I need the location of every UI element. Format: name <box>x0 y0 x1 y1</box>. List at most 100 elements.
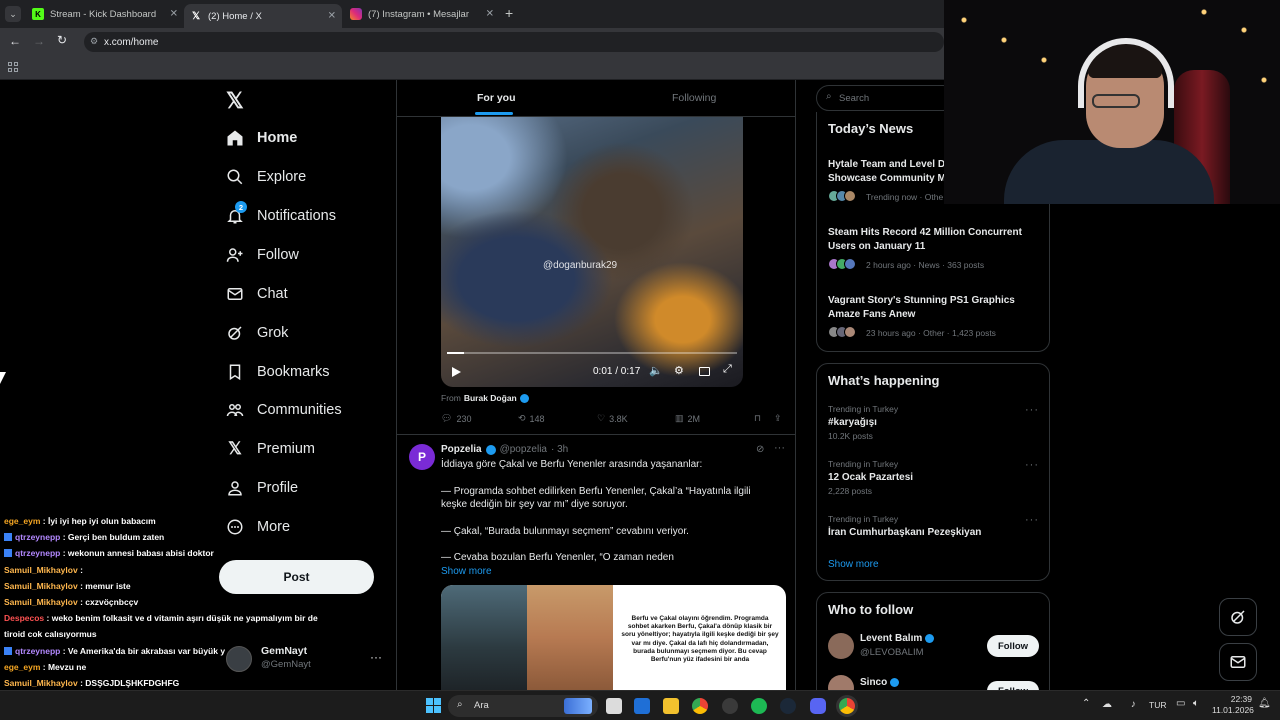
nav-bookmarks[interactable]: Bookmarks <box>226 359 330 385</box>
nav-label: Explore <box>257 169 307 185</box>
back-icon[interactable]: ← <box>9 34 21 48</box>
more-dots-icon[interactable]: ··· <box>1025 514 1039 526</box>
news-avatars <box>828 326 856 338</box>
close-icon[interactable]: ✕ <box>328 11 336 22</box>
chat-username: Samuil_Mikhaylov <box>4 597 78 607</box>
image-caption: Berfu ve Çakal olayını öğrendim. Program… <box>621 615 779 664</box>
site-info-icon[interactable]: ⚙ <box>90 36 98 47</box>
like-button[interactable]: ♡ 3.8K <box>597 413 628 424</box>
fullscreen-icon[interactable]: ⤢ <box>723 363 732 376</box>
more-dots-icon[interactable]: ··· <box>1025 404 1039 416</box>
taskbar-search[interactable]: ⌕ Ara <box>448 695 598 717</box>
x-logo-icon[interactable]: 𝕏 <box>226 88 244 114</box>
trend-name: İran Cumhurbaşkanı Pezeşkiyan <box>828 527 982 538</box>
steam-icon[interactable] <box>780 698 796 714</box>
search-highlight <box>564 698 592 714</box>
glasses <box>1092 94 1140 108</box>
nav-chat[interactable]: Chat <box>226 281 288 307</box>
tab-instagram[interactable]: (7) Instagram • Mesajlar ✕ <box>344 4 500 24</box>
reload-icon[interactable]: ↻ <box>57 33 67 47</box>
card-title: Who to follow <box>828 602 914 617</box>
grok-icon[interactable]: ⊘ <box>756 444 764 455</box>
tray-expand-icon[interactable]: ⌃ <box>1082 698 1090 709</box>
chat-text: İyi iyi hep iyi olun babacım <box>47 516 156 526</box>
pip-icon[interactable] <box>699 367 710 376</box>
chrome-active-icon[interactable] <box>839 698 855 714</box>
follow-button[interactable]: Follow <box>987 635 1039 657</box>
tray-icons[interactable]: ☁ ♪ <box>1102 699 1144 710</box>
chat-text: DSŞGJDLŞHKFDGHFG <box>85 678 180 688</box>
tab-title: (7) Instagram • Mesajlar <box>368 8 469 20</box>
nav-notifications[interactable]: 2 Notifications <box>226 201 336 229</box>
nav-follow[interactable]: Follow <box>226 242 299 268</box>
nav-communities[interactable]: Communities <box>226 397 342 423</box>
file-explorer-icon[interactable] <box>663 698 679 714</box>
post-time[interactable]: · 3h <box>551 444 568 455</box>
grok-floating-button[interactable] <box>1219 598 1257 636</box>
nav-grok[interactable]: Grok <box>226 320 288 346</box>
tab-following[interactable]: Following <box>672 92 716 104</box>
tab-title: (2) Home / X <box>208 10 262 22</box>
volume-icon[interactable]: 🔈 <box>649 364 663 377</box>
chat-message: qtrzeynepp : wekonun annesi babası abisi… <box>4 548 214 558</box>
nav-profile[interactable]: Profile <box>226 475 298 501</box>
bookmark-button[interactable]: ⊓ <box>754 413 761 424</box>
spotify-icon[interactable] <box>751 698 767 714</box>
source-name[interactable]: Burak Doğan <box>464 393 517 403</box>
post-header: Popzelia @popzelia · 3h <box>441 444 568 455</box>
video-progress-track[interactable] <box>447 352 737 354</box>
network-icon[interactable]: ▭ <box>1176 698 1185 709</box>
chat-text: wekonun annesi babası abisi doktor <box>67 548 214 559</box>
play-icon[interactable] <box>452 367 461 377</box>
notification-center-icon[interactable]: 🔔︎ <box>1258 698 1271 709</box>
tab-list-dropdown-button[interactable]: ⌄ <box>5 6 21 22</box>
x-icon: 𝕏 <box>191 10 201 22</box>
news-meta: Trending now · Othe <box>866 192 944 202</box>
show-more-link[interactable]: Show more <box>441 565 789 579</box>
share-button[interactable]: ⇪ <box>774 413 782 424</box>
more-dots-icon[interactable]: ··· <box>1025 459 1039 471</box>
obs-icon[interactable] <box>722 698 738 714</box>
streamer-body <box>1004 140 1214 204</box>
chrome-icon[interactable] <box>692 698 708 714</box>
url-bar[interactable]: ⚙ x.com/home <box>84 32 944 52</box>
messages-floating-button[interactable] <box>1219 643 1257 681</box>
home-icon <box>227 130 243 146</box>
post-image[interactable]: Berfu ve Çakal olayını öğrendim. Program… <box>441 585 786 690</box>
tab-x-home[interactable]: 𝕏 (2) Home / X ✕ <box>184 4 342 28</box>
forward-icon[interactable]: → <box>33 34 45 48</box>
kick-icon: K <box>32 8 44 20</box>
views-button[interactable]: ▥ 2M <box>675 413 700 424</box>
show-more-link[interactable]: Show more <box>828 559 879 570</box>
start-button[interactable] <box>426 698 441 713</box>
avatar[interactable]: P <box>409 444 435 470</box>
reply-button[interactable]: 💬︎ 230 <box>441 413 471 424</box>
close-icon[interactable]: ✕ <box>170 9 178 20</box>
nav-explore[interactable]: Explore <box>226 164 306 190</box>
post-author[interactable]: Popzelia <box>441 444 482 455</box>
communities-icon <box>226 404 244 417</box>
clock[interactable]: 22:39 11.01.2026 <box>1212 694 1254 716</box>
settings-icon[interactable]: ⚙ <box>674 364 684 377</box>
close-icon[interactable]: ✕ <box>486 9 494 20</box>
tab-for-you[interactable]: For you <box>477 92 516 104</box>
language-indicator[interactable]: TUR <box>1149 700 1166 710</box>
post-handle[interactable]: @popzelia <box>500 444 547 455</box>
trend-posts: 2,228 posts <box>828 486 872 496</box>
card-title: What’s happening <box>828 373 940 388</box>
video-player[interactable]: @doganburak29 0:01 / 0:17 🔈 ⚙ ⤢ <box>441 117 743 387</box>
discord-icon[interactable] <box>810 698 826 714</box>
trend-posts: 10.2K posts <box>828 431 873 441</box>
nav-home[interactable]: Home <box>226 125 297 151</box>
store-icon[interactable] <box>634 698 650 714</box>
new-tab-button[interactable]: + <box>505 5 513 21</box>
volume-icon[interactable]: 🔈︎ <box>1193 698 1199 709</box>
repost-button[interactable]: ⟲ 148 <box>518 413 545 424</box>
tab-kick-dashboard[interactable]: K Stream - Kick Dashboard ✕ <box>26 4 184 24</box>
search-input[interactable]: ⌕ Search <box>816 85 956 111</box>
more-dots-icon[interactable]: ··· <box>370 650 382 664</box>
nav-premium[interactable]: 𝕏 Premium <box>226 436 315 462</box>
task-view-icon[interactable] <box>606 698 622 714</box>
apps-grid-icon[interactable] <box>8 62 18 72</box>
more-dots-icon[interactable]: ··· <box>774 442 785 454</box>
